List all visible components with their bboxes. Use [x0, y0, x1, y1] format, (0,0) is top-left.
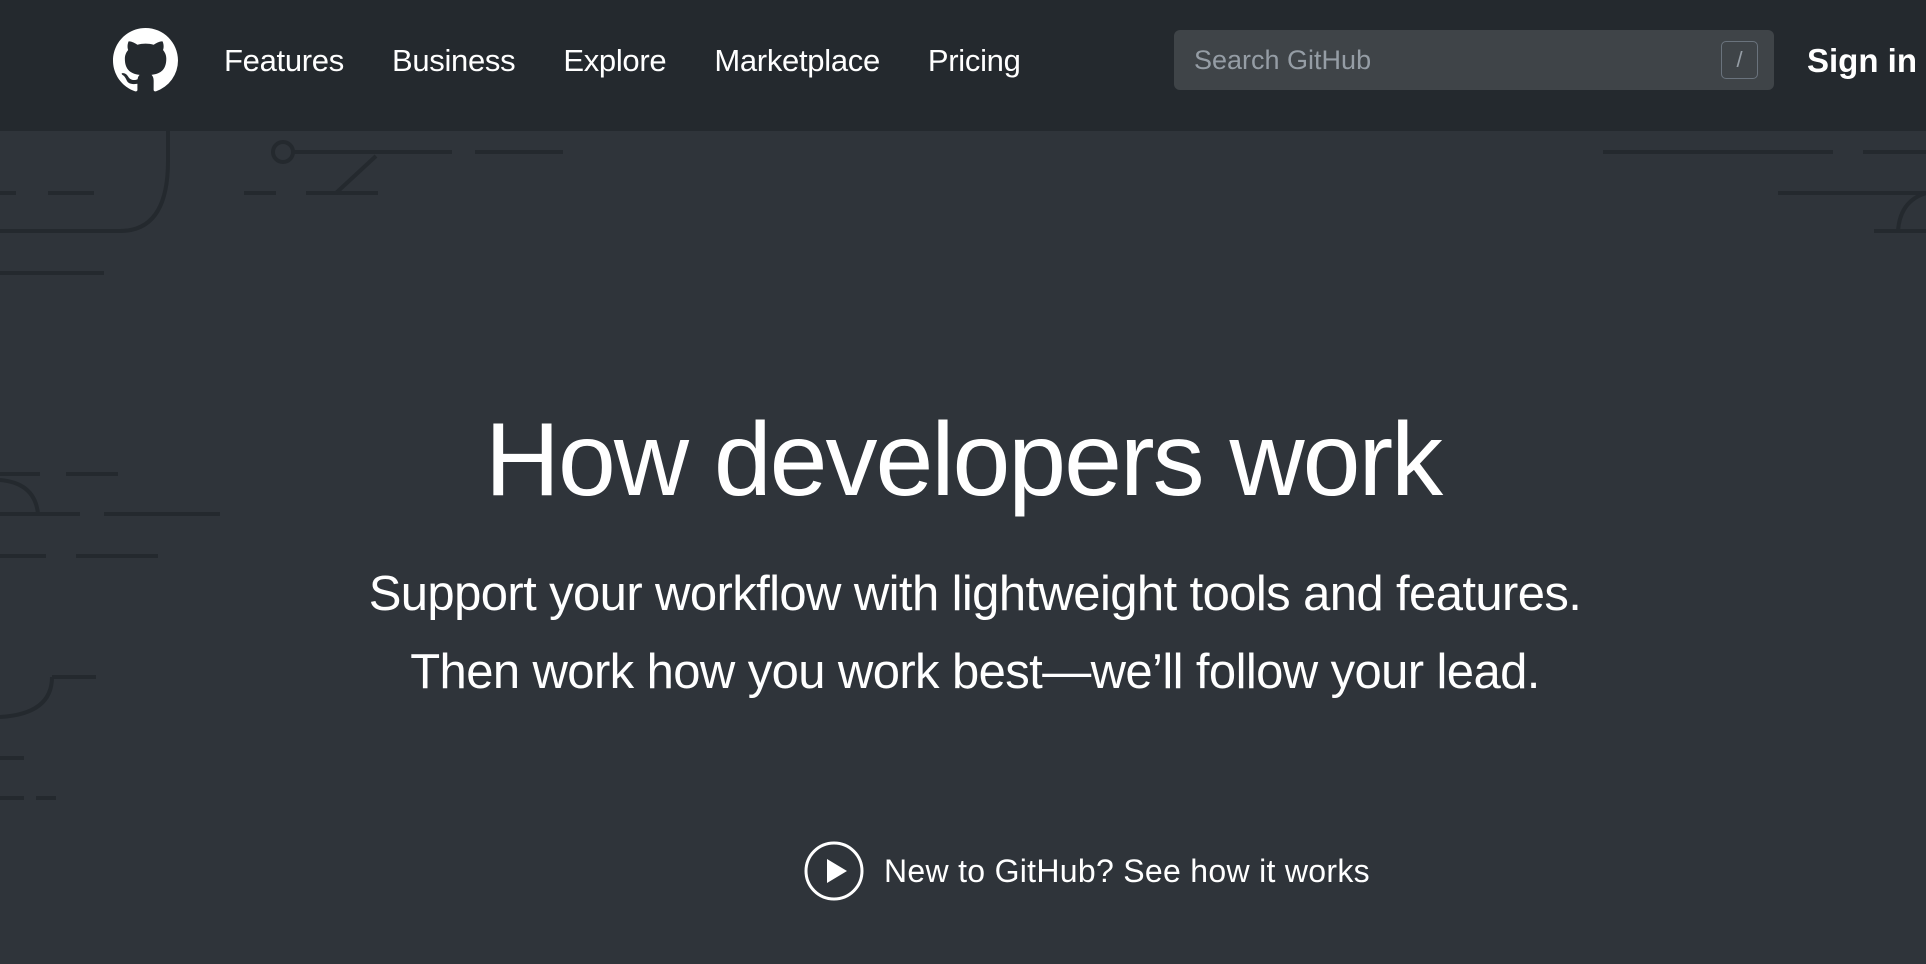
see-how-it-works-label: New to GitHub? See how it works	[884, 852, 1370, 889]
nav-marketplace[interactable]: Marketplace	[714, 43, 880, 79]
see-how-it-works-link[interactable]: New to GitHub? See how it works	[804, 840, 1370, 902]
search-input[interactable]	[1174, 30, 1774, 90]
site-header: Features Business Explore Marketplace Pr…	[0, 0, 1926, 131]
search-box: /	[1174, 30, 1774, 90]
nav-features[interactable]: Features	[224, 43, 344, 79]
github-octocat-icon[interactable]	[113, 28, 178, 93]
nav-pricing[interactable]: Pricing	[928, 43, 1021, 79]
hero-title: How developers work	[484, 402, 1443, 518]
play-circle-icon	[804, 841, 864, 901]
sign-in-link[interactable]: Sign in	[1807, 0, 1917, 122]
hero-subtitle: Support your workflow with lightweight t…	[368, 567, 1582, 699]
main-nav: Features Business Explore Marketplace Pr…	[224, 0, 1069, 122]
nav-explore[interactable]: Explore	[563, 43, 666, 79]
search-shortcut-key: /	[1721, 41, 1758, 79]
nav-business[interactable]: Business	[392, 43, 516, 79]
